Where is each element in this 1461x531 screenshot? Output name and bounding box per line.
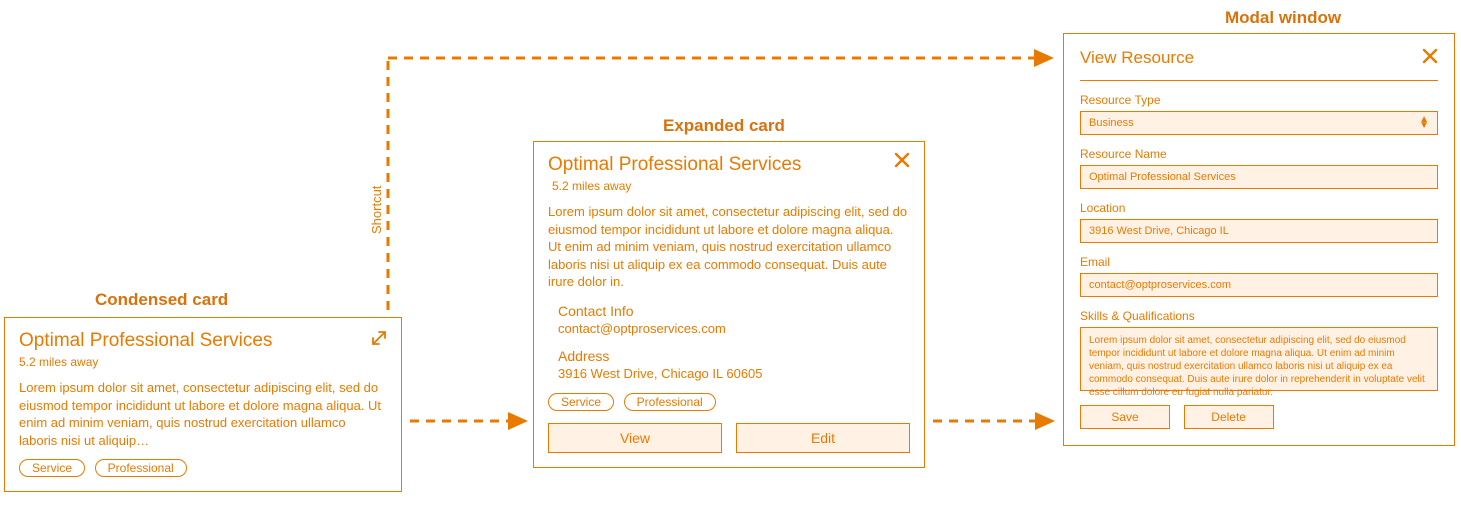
condensed-card-label: Condensed card (95, 290, 228, 310)
address-value: 3916 West Drive, Chicago IL 60605 (558, 366, 910, 381)
edit-button[interactable]: Edit (736, 423, 910, 453)
shortcut-label: Shortcut (369, 186, 384, 234)
email-value: contact@optproservices.com (1089, 279, 1231, 291)
condensed-description: Lorem ipsum dolor sit amet, consectetur … (19, 379, 387, 449)
condensed-card[interactable]: Optimal Professional Services 5.2 miles … (4, 317, 402, 492)
arrow-shortcut (386, 52, 1056, 322)
resource-name-label: Resource Name (1080, 147, 1438, 161)
expanded-tags: Service Professional (548, 393, 910, 411)
tag-service: Service (19, 459, 85, 477)
skills-value: Lorem ipsum dolor sit amet, consectetur … (1089, 335, 1425, 398)
divider (1080, 80, 1438, 81)
close-icon[interactable] (1422, 48, 1438, 69)
resource-name-value: Optimal Professional Services (1089, 171, 1236, 183)
save-button[interactable]: Save (1080, 405, 1170, 429)
delete-button[interactable]: Delete (1184, 405, 1274, 429)
contact-info-value: contact@optproservices.com (558, 321, 910, 336)
location-label: Location (1080, 201, 1438, 215)
view-button[interactable]: View (548, 423, 722, 453)
address-label: Address (558, 348, 910, 364)
email-input[interactable]: contact@optproservices.com (1080, 273, 1438, 297)
condensed-tags: Service Professional (19, 459, 387, 477)
resource-type-label: Resource Type (1080, 93, 1438, 107)
resource-name-input[interactable]: Optimal Professional Services (1080, 165, 1438, 189)
modal-window-label: Modal window (1225, 8, 1341, 28)
chevron-sort-icon: ▲▼ (1419, 117, 1429, 129)
skills-textarea[interactable]: Lorem ipsum dolor sit amet, consectetur … (1080, 327, 1438, 391)
resource-type-select[interactable]: Business ▲▼ (1080, 111, 1438, 135)
modal-window: View Resource Resource Type Business ▲▼ … (1063, 33, 1455, 446)
email-label: Email (1080, 255, 1438, 269)
skills-label: Skills & Qualifications (1080, 309, 1438, 323)
condensed-distance: 5.2 miles away (19, 355, 387, 369)
tag-professional: Professional (624, 393, 716, 411)
tag-professional: Professional (95, 459, 187, 477)
tag-service: Service (548, 393, 614, 411)
expand-icon[interactable] (371, 330, 387, 351)
modal-header: View Resource (1080, 48, 1438, 68)
resource-type-value: Business (1089, 117, 1134, 129)
condensed-title: Optimal Professional Services (19, 330, 387, 352)
arrow-condensed-to-expanded (410, 410, 528, 432)
location-value: 3916 West Drive, Chicago IL (1089, 225, 1229, 237)
location-input[interactable]: 3916 West Drive, Chicago IL (1080, 219, 1438, 243)
arrow-expanded-to-modal (933, 410, 1055, 432)
